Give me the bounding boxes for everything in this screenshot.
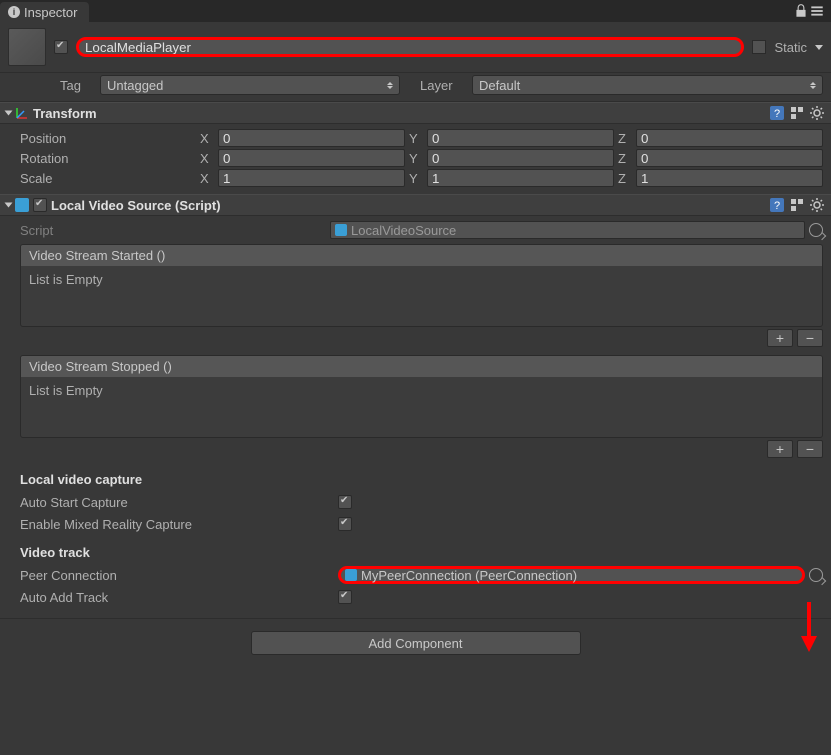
- preset-icon[interactable]: [789, 197, 805, 213]
- rotation-z-input[interactable]: [636, 149, 823, 167]
- scale-label: Scale: [20, 171, 200, 186]
- event-stopped-empty: List is Empty: [21, 377, 822, 437]
- video-track-header: Video track: [20, 545, 831, 560]
- position-y-input[interactable]: [427, 129, 614, 147]
- rotation-y-input[interactable]: [427, 149, 614, 167]
- object-picker-icon[interactable]: [809, 568, 823, 582]
- auto-add-track-label: Auto Add Track: [20, 590, 338, 605]
- auto-start-capture-checkbox[interactable]: [338, 495, 352, 509]
- scale-y-input[interactable]: [427, 169, 614, 187]
- peer-connection-label: Peer Connection: [20, 568, 338, 583]
- scale-z-input[interactable]: [636, 169, 823, 187]
- scale-x-input[interactable]: [218, 169, 405, 187]
- gameobject-icon[interactable]: [8, 28, 46, 66]
- event-video-stopped: Video Stream Stopped () List is Empty: [20, 355, 823, 438]
- tag-value: Untagged: [107, 78, 163, 93]
- preset-icon[interactable]: [789, 105, 805, 121]
- tag-label: Tag: [60, 78, 92, 93]
- script-field: LocalVideoSource: [330, 221, 805, 239]
- rotation-x-input[interactable]: [218, 149, 405, 167]
- gameobject-enabled-checkbox[interactable]: [54, 40, 68, 54]
- layer-dropdown[interactable]: Default: [472, 75, 823, 95]
- enable-mixed-reality-label: Enable Mixed Reality Capture: [20, 517, 338, 532]
- script-label: Script: [20, 223, 330, 238]
- gear-icon[interactable]: [809, 105, 825, 121]
- foldout-icon[interactable]: [5, 111, 13, 116]
- gameobject-name-input[interactable]: [76, 37, 744, 57]
- remove-listener-button[interactable]: −: [797, 329, 823, 347]
- static-dropdown-icon[interactable]: [815, 45, 823, 50]
- rotation-label: Rotation: [20, 151, 200, 166]
- help-icon[interactable]: ?: [769, 197, 785, 213]
- component-enabled-checkbox[interactable]: [33, 198, 47, 212]
- svg-text:?: ?: [774, 108, 780, 120]
- position-z-input[interactable]: [636, 129, 823, 147]
- add-component-button[interactable]: Add Component: [251, 631, 581, 655]
- axis-y: Y: [409, 131, 423, 146]
- script-icon: [15, 198, 29, 212]
- peer-connection-field[interactable]: MyPeerConnection (PeerConnection): [338, 566, 805, 584]
- local-video-source-title: Local Video Source (Script): [51, 198, 765, 213]
- local-video-source-header[interactable]: Local Video Source (Script) ?: [0, 194, 831, 216]
- layer-value: Default: [479, 78, 520, 93]
- tag-dropdown[interactable]: Untagged: [100, 75, 400, 95]
- static-checkbox[interactable]: [752, 40, 766, 54]
- event-stopped-title: Video Stream Stopped (): [21, 356, 822, 377]
- script-value: LocalVideoSource: [351, 223, 456, 238]
- layer-label: Layer: [420, 78, 464, 93]
- static-label: Static: [774, 40, 807, 55]
- enable-mixed-reality-checkbox[interactable]: [338, 517, 352, 531]
- transform-title: Transform: [33, 106, 765, 121]
- auto-start-capture-label: Auto Start Capture: [20, 495, 338, 510]
- transform-header[interactable]: Transform ?: [0, 102, 831, 124]
- add-listener-button[interactable]: +: [767, 440, 793, 458]
- gear-icon[interactable]: [809, 197, 825, 213]
- transform-icon: [15, 106, 29, 120]
- foldout-icon[interactable]: [5, 203, 13, 208]
- auto-add-track-checkbox[interactable]: [338, 590, 352, 604]
- event-started-empty: List is Empty: [21, 266, 822, 326]
- tab-title: Inspector: [24, 5, 77, 20]
- position-x-input[interactable]: [218, 129, 405, 147]
- script-asset-icon: [335, 224, 347, 236]
- axis-x: X: [200, 131, 214, 146]
- help-icon[interactable]: ?: [769, 105, 785, 121]
- object-picker-icon[interactable]: [809, 223, 823, 237]
- local-video-capture-header: Local video capture: [20, 472, 831, 487]
- info-icon: i: [8, 6, 20, 18]
- position-label: Position: [20, 131, 200, 146]
- event-video-started: Video Stream Started () List is Empty: [20, 244, 823, 327]
- peer-connection-asset-icon: [345, 569, 357, 581]
- inspector-tab[interactable]: i Inspector: [0, 2, 89, 22]
- peer-connection-value: MyPeerConnection (PeerConnection): [361, 568, 577, 583]
- add-component-label: Add Component: [369, 636, 463, 651]
- context-menu-icon[interactable]: [809, 3, 825, 19]
- add-listener-button[interactable]: +: [767, 329, 793, 347]
- lock-icon[interactable]: [793, 3, 809, 19]
- svg-text:?: ?: [774, 200, 780, 212]
- axis-z: Z: [618, 131, 632, 146]
- event-started-title: Video Stream Started (): [21, 245, 822, 266]
- remove-listener-button[interactable]: −: [797, 440, 823, 458]
